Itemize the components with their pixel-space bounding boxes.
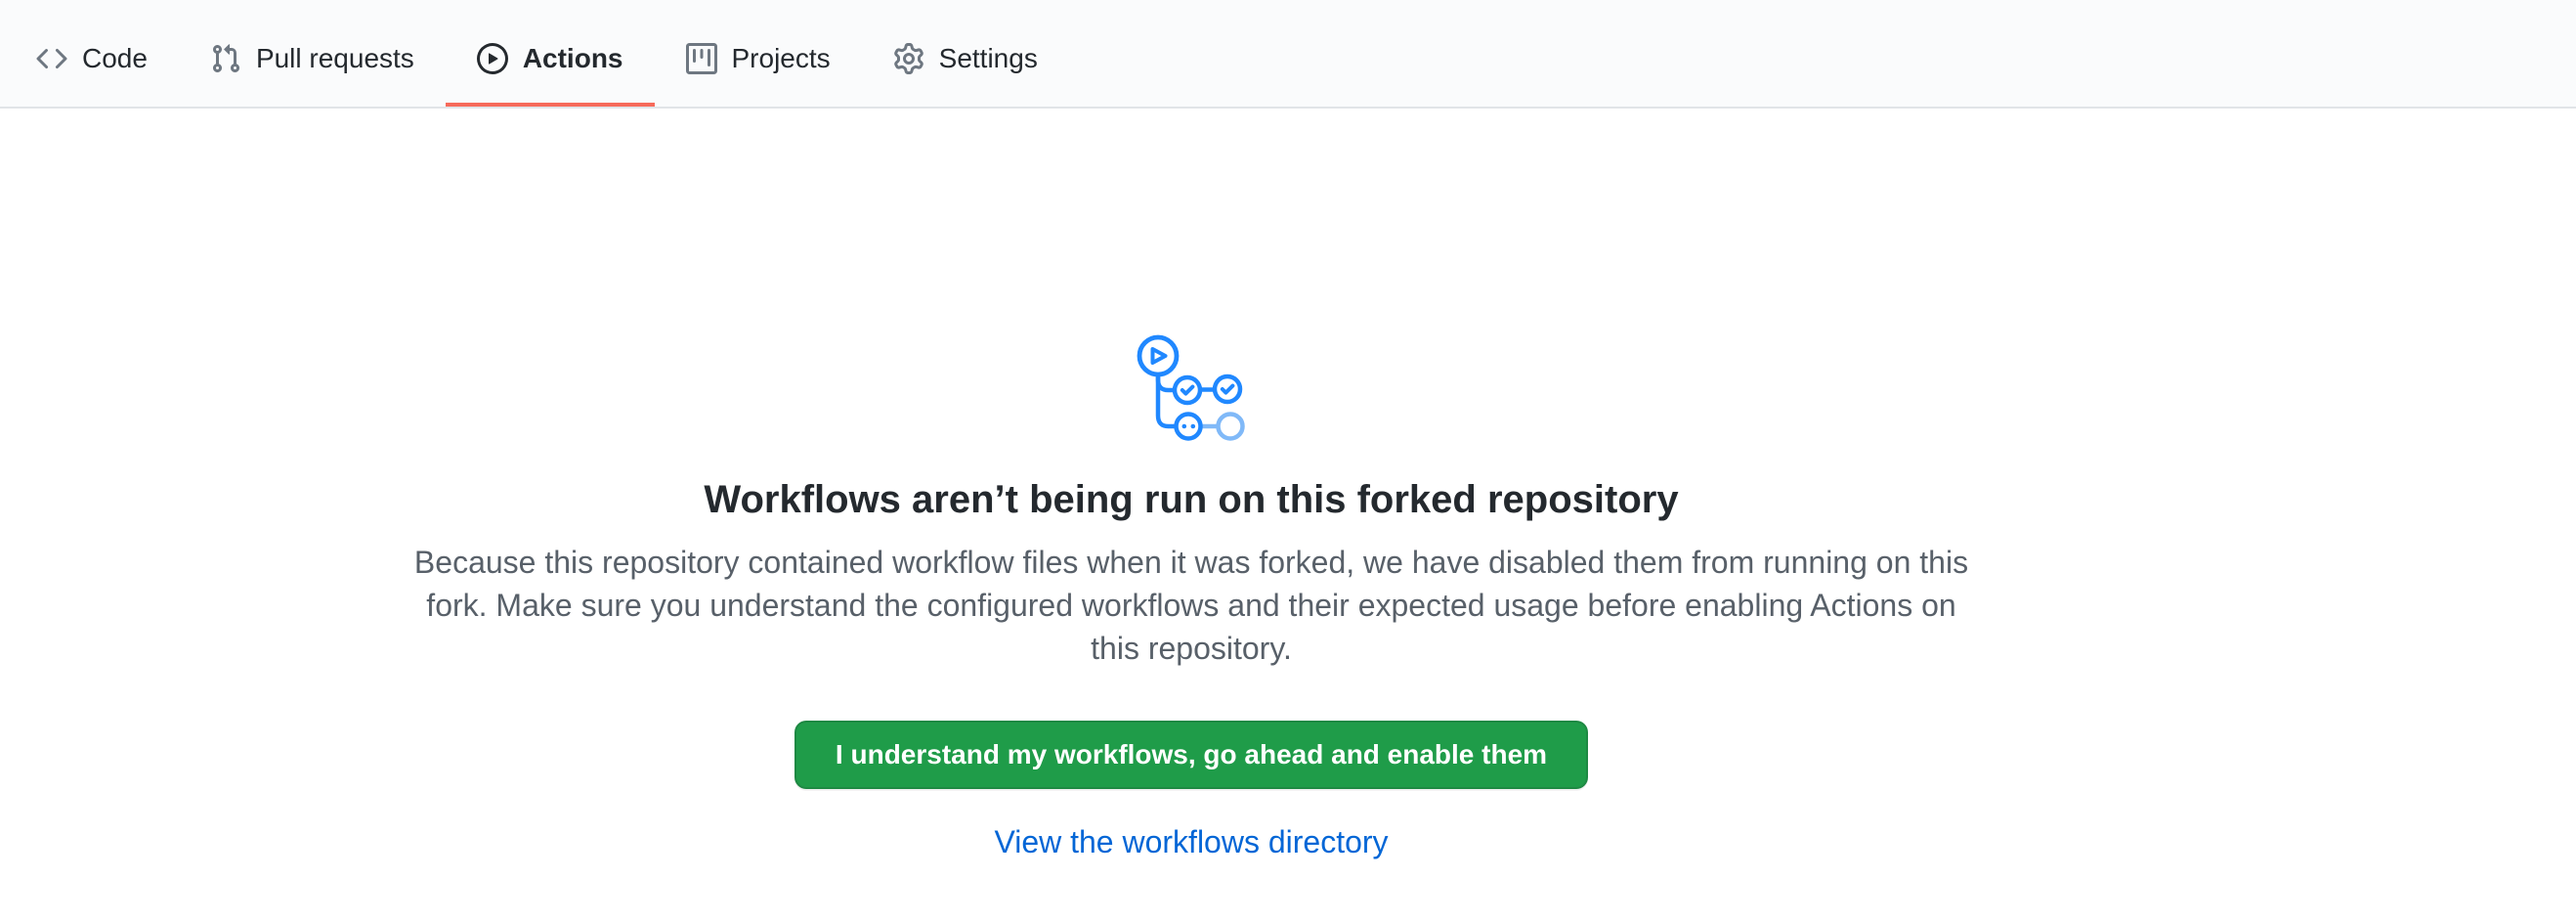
project-icon: [686, 43, 717, 74]
repo-tab-nav: Code Pull requests Actions Projects Sett…: [0, 0, 2576, 109]
page-title: Workflows aren’t being run on this forke…: [704, 476, 1678, 523]
tab-pull-requests[interactable]: Pull requests: [179, 0, 446, 107]
play-icon: [477, 43, 508, 74]
view-workflows-directory-link[interactable]: View the workflows directory: [994, 824, 1388, 859]
tab-pull-requests-label: Pull requests: [256, 43, 414, 74]
enable-workflows-button[interactable]: I understand my workflows, go ahead and …: [794, 721, 1588, 789]
tab-projects[interactable]: Projects: [655, 0, 862, 107]
tab-actions[interactable]: Actions: [446, 0, 655, 107]
tab-settings-label: Settings: [939, 43, 1038, 74]
tab-settings[interactable]: Settings: [862, 0, 1069, 107]
actions-blankslate: Workflows aren’t being run on this forke…: [0, 109, 2383, 859]
tab-projects-label: Projects: [732, 43, 831, 74]
tab-code[interactable]: Code: [5, 0, 179, 107]
tab-code-label: Code: [82, 43, 148, 74]
git-pull-request-icon: [210, 43, 241, 74]
gear-icon: [893, 43, 924, 74]
code-icon: [36, 43, 67, 74]
actions-workflow-icon: [1123, 326, 1260, 453]
tab-actions-label: Actions: [523, 43, 623, 74]
blankslate-description: Because this repository contained workfl…: [400, 541, 1983, 670]
